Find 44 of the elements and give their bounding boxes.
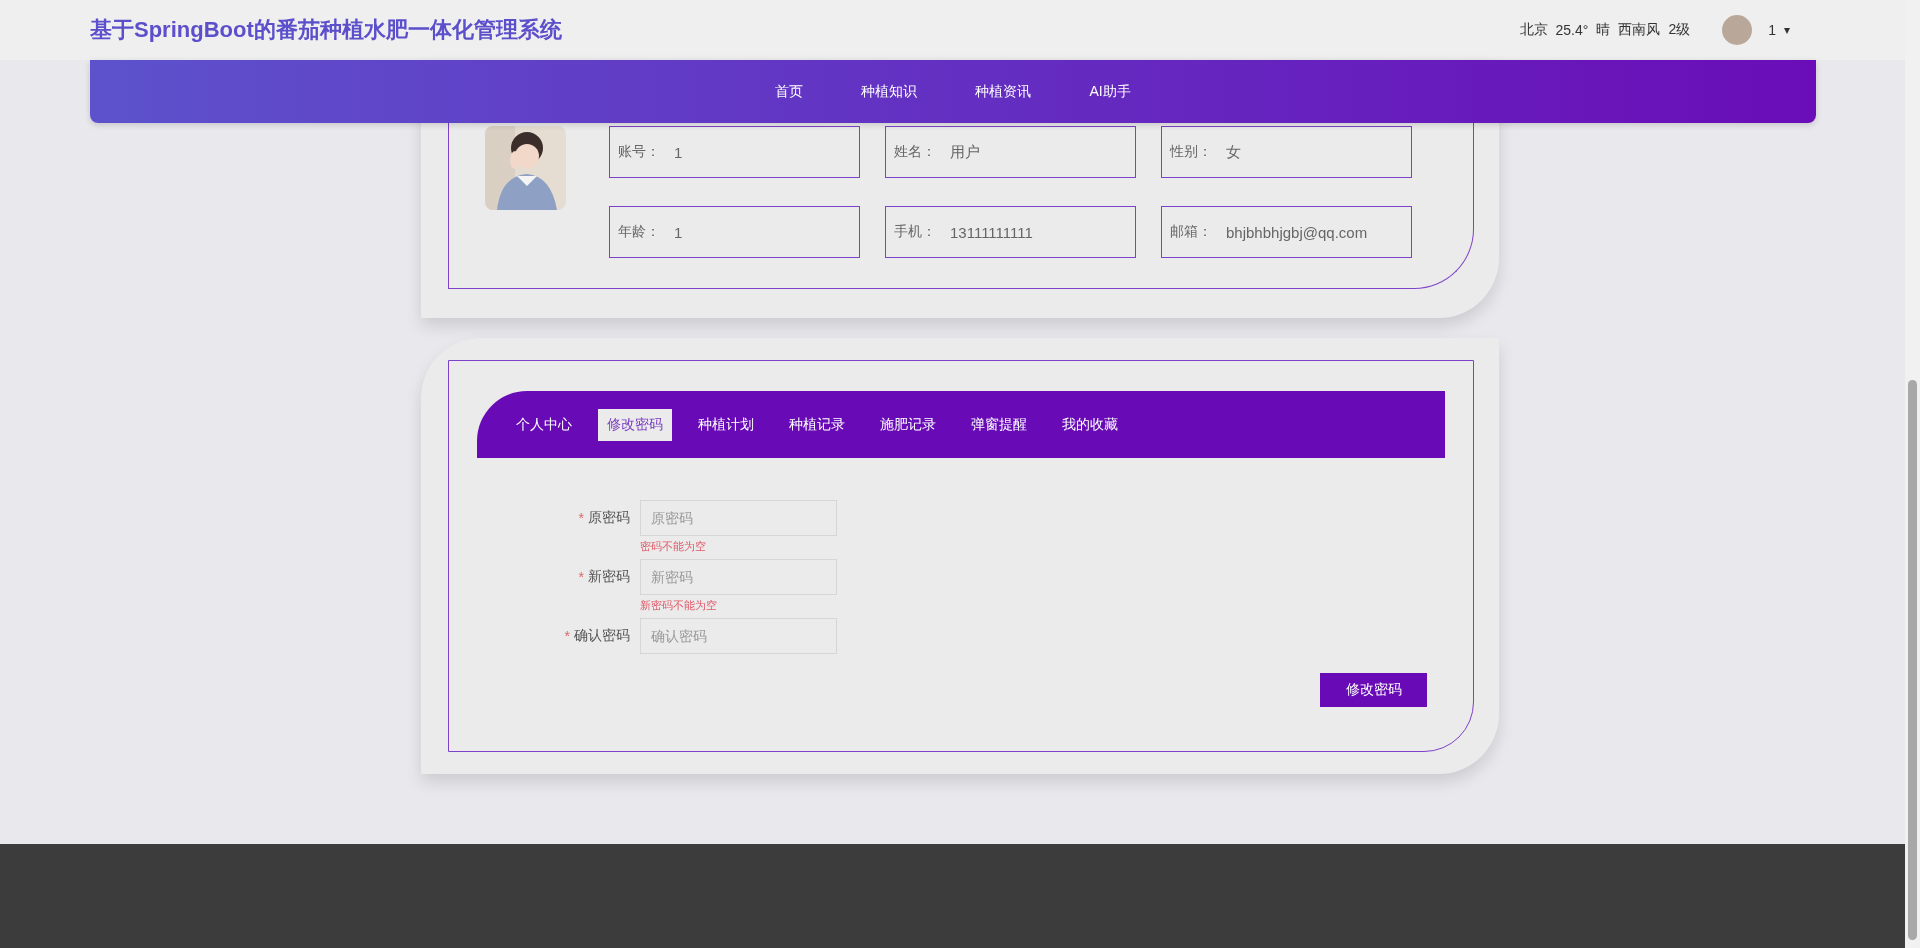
nav-link[interactable]: 种植资讯 xyxy=(971,76,1036,107)
field-label: 姓名： xyxy=(894,143,936,161)
tab[interactable]: 种植计划 xyxy=(689,408,763,441)
field-value: 用户 xyxy=(950,142,980,162)
user-avatar[interactable] xyxy=(1722,15,1753,45)
nav-link[interactable]: 种植知识 xyxy=(857,76,922,107)
weather-text: 晴 xyxy=(1596,21,1611,39)
field-label: 原密码 xyxy=(588,509,630,527)
field-label: 年龄： xyxy=(618,223,660,241)
field-value: 1 xyxy=(674,143,683,161)
weather-text: 2级 xyxy=(1668,21,1691,39)
tab[interactable]: 个人中心 xyxy=(507,408,581,441)
field-label: 性别： xyxy=(1170,143,1212,161)
field-value: 13111111111 xyxy=(950,223,1033,241)
user-name[interactable]: 1 xyxy=(1768,22,1776,38)
field-label: 邮箱： xyxy=(1170,223,1212,241)
weather-text: 西南风 xyxy=(1618,21,1661,39)
field-value: 女 xyxy=(1226,142,1241,162)
tab[interactable]: 种植记录 xyxy=(780,408,854,441)
error-text: 新密码不能为空 xyxy=(640,598,718,613)
tab[interactable]: 施肥记录 xyxy=(871,408,945,441)
weather-text: 北京 xyxy=(1519,21,1548,39)
required-mark: * xyxy=(564,628,570,644)
password-field[interactable]: 确认密码 xyxy=(640,618,837,654)
required-mark: * xyxy=(578,510,584,526)
nav-link[interactable]: 首页 xyxy=(771,76,808,107)
field-value: 1 xyxy=(674,223,683,241)
tab[interactable]: 我的收藏 xyxy=(1053,408,1127,441)
field-label: 手机： xyxy=(894,223,936,241)
weather-text: 25.4° xyxy=(1555,22,1589,38)
submit-button[interactable]: 修改密码 xyxy=(1320,673,1427,707)
nav-link[interactable]: AI助手 xyxy=(1085,76,1135,107)
field-label: 账号： xyxy=(618,143,660,161)
required-mark: * xyxy=(578,569,584,585)
tab[interactable]: 修改密码 xyxy=(598,408,672,441)
site-title: 基于SpringBoot的番茄种植水肥一体化管理系统 xyxy=(90,16,562,44)
field-label: 确认密码 xyxy=(574,627,630,645)
field-label: 新密码 xyxy=(588,568,630,586)
error-text: 密码不能为空 xyxy=(640,539,707,554)
password-field[interactable]: 新密码 xyxy=(640,559,837,595)
tab[interactable]: 弹窗提醒 xyxy=(962,408,1036,441)
password-field[interactable]: 原密码 xyxy=(640,500,837,536)
caret-icon[interactable]: ▾ xyxy=(1783,23,1790,37)
field-value: bhjbhbhjgbj@qq.com xyxy=(1226,223,1368,241)
